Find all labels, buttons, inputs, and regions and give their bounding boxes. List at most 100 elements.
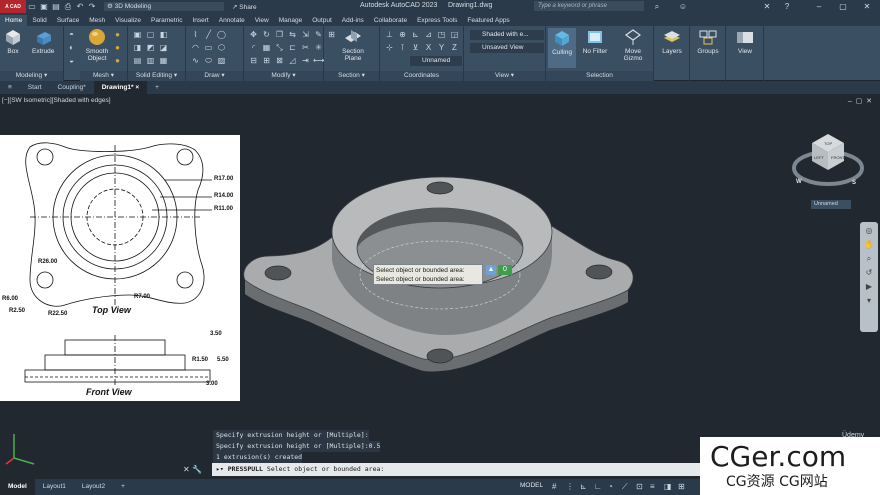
ortho-icon[interactable]: ∟ — [594, 482, 602, 491]
autocad-logo[interactable]: A CAD — [0, 0, 26, 13]
print-icon[interactable]: ⎙ — [62, 0, 74, 13]
section-add-icon[interactable]: ⊞ — [326, 29, 337, 40]
subtract-icon[interactable]: ▢ — [145, 29, 156, 40]
slice-icon[interactable]: ◩ — [145, 42, 156, 53]
union-icon[interactable]: ▣ — [132, 29, 143, 40]
tab-solid[interactable]: Solid — [27, 15, 51, 26]
dynamic-input[interactable]: ▲ 0 — [486, 265, 512, 275]
viewcube-s[interactable]: S — [852, 180, 856, 186]
smooth-object-button[interactable]: Smooth Object — [82, 28, 112, 62]
viewcube-front[interactable]: FRONT — [831, 155, 845, 160]
infer-icon[interactable]: ⊾ — [580, 482, 587, 491]
navbar-menu-icon[interactable]: ▾ — [860, 294, 878, 308]
viewport-controls[interactable]: [−][SW Isometric][Shaded with edges] — [2, 97, 111, 104]
tab-mesh[interactable]: Mesh — [84, 15, 110, 26]
rotate-icon[interactable]: ↻ — [261, 29, 272, 40]
ucs-3point-icon[interactable]: ⊻ — [410, 42, 421, 53]
offset-icon[interactable]: ⊏ — [287, 42, 298, 53]
lineweight-icon[interactable]: ≡ — [650, 482, 655, 491]
lengthen-icon[interactable]: ⟷ — [313, 55, 324, 66]
tab-view[interactable]: View — [250, 15, 274, 26]
save-as-icon[interactable]: ▤ — [50, 0, 62, 13]
no-filter-button[interactable]: No Filter — [580, 28, 610, 55]
file-tab-coupling[interactable]: Coupling* — [50, 81, 94, 94]
ucs-view-icon[interactable]: ◲ — [449, 29, 460, 40]
move-gizmo-button[interactable]: Move Gizmo — [618, 28, 648, 62]
tab-visualize[interactable]: Visualize — [110, 15, 146, 26]
layout-tab-model[interactable]: Model — [0, 479, 35, 495]
smooth-more-icon[interactable]: ● — [112, 29, 123, 40]
copy-icon[interactable]: ❐ — [274, 29, 285, 40]
array-icon[interactable]: ▦ — [261, 42, 272, 53]
snap-icon[interactable]: ⋮ — [566, 482, 574, 491]
ucs-y-icon[interactable]: Y — [436, 42, 447, 53]
model-space-button[interactable]: MODEL — [520, 482, 543, 489]
trim-icon[interactable]: ✂ — [300, 42, 311, 53]
layout-tab-layout2[interactable]: Layout2 — [74, 479, 113, 495]
coordinate-name-select[interactable]: Unnamed — [410, 56, 462, 66]
close-icon[interactable]: ✕ — [860, 1, 874, 12]
redo-icon[interactable]: ↷ — [86, 0, 98, 13]
tab-collaborate[interactable]: Collaborate — [369, 15, 412, 26]
intersect-icon[interactable]: ◧ — [158, 29, 169, 40]
move-icon[interactable]: ✥ — [248, 29, 259, 40]
stretch-icon[interactable]: ⇲ — [300, 29, 311, 40]
explode-icon[interactable]: ✳ — [313, 42, 324, 53]
file-tab-start[interactable]: Start — [20, 81, 50, 94]
section-plane-button[interactable]: Section Plane — [340, 28, 366, 62]
align-icon[interactable]: ⊟ — [248, 55, 259, 66]
viewport-window-controls[interactable]: – ▢ ✕ — [848, 97, 872, 105]
separate-icon[interactable]: ▦ — [158, 55, 169, 66]
cylinder-icon[interactable]: ◓ — [66, 29, 77, 40]
erase-icon[interactable]: ✎ — [313, 29, 324, 40]
groups-button[interactable]: Groups — [694, 28, 722, 55]
help-icon[interactable]: ? — [780, 1, 794, 12]
ellipse-icon[interactable]: ⬭ — [203, 55, 214, 66]
tab-output[interactable]: Output — [307, 15, 337, 26]
ucs-z-icon[interactable]: Z — [449, 42, 460, 53]
search-icon[interactable]: ⌕ — [650, 1, 664, 12]
ucs-menu[interactable]: Unnamed — [811, 200, 851, 209]
command-line-input[interactable]: ▸▾ PRESSPULL Select object or bounded ar… — [212, 463, 702, 476]
ucs-face-icon[interactable]: ⊿ — [423, 29, 434, 40]
ucs-object-icon[interactable]: ◳ — [436, 29, 447, 40]
arc-icon[interactable]: ◠ — [190, 42, 201, 53]
tab-annotate[interactable]: Annotate — [214, 15, 250, 26]
mirror-icon[interactable]: ⇆ — [287, 29, 298, 40]
tab-parametric[interactable]: Parametric — [146, 15, 187, 26]
maximize-icon[interactable]: ▢ — [836, 1, 850, 12]
polygon-icon[interactable]: ⬡ — [216, 42, 227, 53]
polyline-icon[interactable]: ⌇ — [190, 29, 201, 40]
orbit-icon[interactable]: ↺ — [860, 266, 878, 280]
viewcube-left[interactable]: LEFT — [814, 155, 824, 160]
refine-mesh-icon[interactable]: ● — [112, 55, 123, 66]
tab-add-ins[interactable]: Add-ins — [337, 15, 369, 26]
minimize-icon[interactable]: – — [812, 1, 826, 12]
layout-tab-layout1[interactable]: Layout1 — [35, 479, 74, 495]
folder-open-icon[interactable]: ▭ — [26, 0, 38, 13]
pan-icon[interactable]: ✋ — [860, 238, 878, 252]
ucs-world-icon[interactable]: ⊕ — [397, 29, 408, 40]
steering-wheel-icon[interactable]: ◎ — [860, 224, 878, 238]
selection-cycling-icon[interactable]: ⊞ — [678, 482, 685, 491]
add-layout-icon[interactable]: + — [113, 479, 133, 495]
tab-surface[interactable]: Surface — [52, 15, 84, 26]
grid-icon[interactable]: # — [552, 482, 556, 491]
save-icon[interactable]: ▣ — [38, 0, 50, 13]
share-button[interactable]: ↗ Share — [232, 3, 257, 11]
user-icon[interactable]: ☺ — [676, 1, 690, 12]
tab-featured-apps[interactable]: Featured Apps — [462, 15, 514, 26]
ucs-zaxis-icon[interactable]: ⊺ — [397, 42, 408, 53]
tab-manage[interactable]: Manage — [274, 15, 308, 26]
ucs-origin-icon[interactable]: ⊹ — [384, 42, 395, 53]
showmotion-icon[interactable]: ▶ — [860, 280, 878, 294]
polar-icon[interactable]: ◔ — [608, 482, 613, 491]
undo-icon[interactable]: ↶ — [74, 0, 86, 13]
culling-button[interactable]: Culling — [548, 28, 576, 68]
new-tab-icon[interactable]: + — [147, 81, 167, 94]
loft-icon[interactable]: ◒ — [66, 55, 77, 66]
sweep-icon[interactable]: ◐ — [66, 42, 77, 53]
view-button[interactable]: View — [730, 28, 760, 55]
ucs-previous-icon[interactable]: ⊾ — [410, 29, 421, 40]
saved-view-select[interactable]: Unsaved View — [470, 43, 544, 53]
